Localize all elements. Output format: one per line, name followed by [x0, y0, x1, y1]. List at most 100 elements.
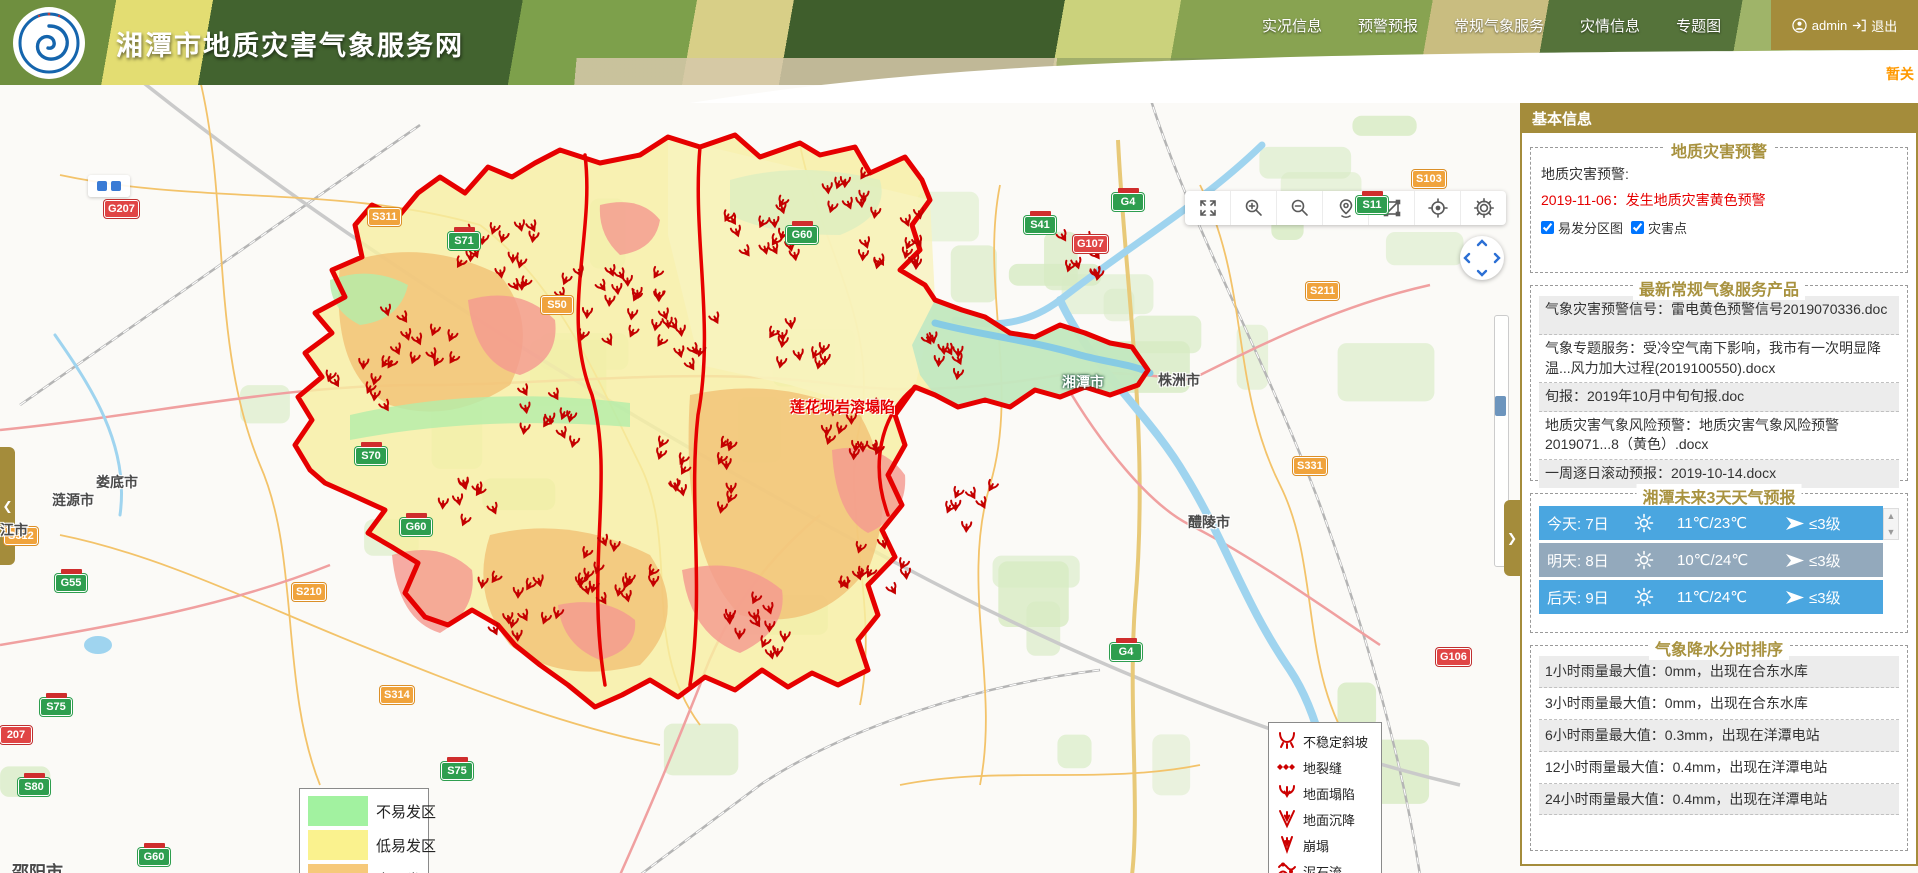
- zone-row: 中易发区: [308, 864, 420, 873]
- road-shield-S50: S50: [541, 296, 573, 314]
- weather-products-panel: 最新常规气象服务产品 气象灾害预警信号：雷电黄色预警信号2019070336.d…: [1530, 285, 1908, 481]
- road-shield-S41: S41: [1024, 216, 1056, 234]
- pan-control[interactable]: [1460, 236, 1504, 280]
- road-shield-G106: G106: [1436, 648, 1471, 666]
- city-label-湘潭市: 湘潭市: [1062, 372, 1104, 392]
- layer-switcher[interactable]: [88, 175, 130, 197]
- map-toolbar: [1185, 191, 1506, 225]
- road-shield-G107: G107: [1073, 235, 1108, 253]
- unstable-slope-icon: [1275, 729, 1299, 753]
- disaster-point-checkbox[interactable]: [1631, 221, 1644, 234]
- wind-arrow-icon: [1785, 553, 1805, 568]
- zone-label: 中易发区: [376, 869, 436, 873]
- road-shield-S80: S80: [18, 778, 50, 796]
- scroll-down-icon[interactable]: ▼: [1887, 527, 1896, 537]
- road-shield-G60: G60: [138, 848, 170, 866]
- karst-collapse-annotation: 莲花坝岩溶塌陷: [790, 396, 895, 417]
- user-icon: [1792, 18, 1807, 33]
- page-title: 湘潭市地质灾害气象服务网: [116, 24, 464, 63]
- road-shield-207: 207: [0, 726, 32, 744]
- panel-title: 地质灾害预警: [1665, 138, 1773, 162]
- nav-item-thematic-map[interactable]: 专题图: [1676, 15, 1721, 36]
- road-shield-G4: G4: [1112, 193, 1144, 211]
- nav-item-disaster-info[interactable]: 灾情信息: [1580, 15, 1640, 36]
- slider-handle[interactable]: [1495, 396, 1506, 416]
- zone-swatch: [308, 864, 368, 873]
- disaster-symbol-legend: 不稳定斜坡 地裂缝 地面塌陷 地面沉降 崩塌 泥石流 滑坡 其他: [1268, 722, 1382, 873]
- road-shield-S103: S103: [1412, 170, 1446, 188]
- forecast-row-day-after: 后天: 9日 11℃/24℃ ≤3级: [1539, 580, 1883, 614]
- zone-swatch: [308, 830, 368, 860]
- settings-gear-button[interactable]: [1461, 191, 1506, 225]
- legend-row: 地面沉降: [1275, 806, 1375, 832]
- road-shield-S314: S314: [380, 686, 414, 704]
- road-shield-S311: S311: [368, 208, 401, 226]
- city-label-株洲市: 株洲市: [1158, 370, 1200, 390]
- disaster-point-label[interactable]: 灾害点: [1648, 218, 1687, 237]
- road-shield-S210: S210: [292, 583, 326, 601]
- product-item[interactable]: 气象专题服务：受冷空气南下影响，我市有一次明显降温...风力加大过程(20191…: [1539, 335, 1899, 383]
- road-shield-S331: S331: [1293, 457, 1327, 475]
- user-admin-block: admin 退出: [1771, 0, 1918, 50]
- product-item[interactable]: 旬报：2019年10月中旬旬报.doc: [1539, 383, 1899, 412]
- nav-item-regular-service[interactable]: 常规气象服务: [1454, 15, 1544, 36]
- road-shield-S211: S211: [1306, 282, 1339, 300]
- nav-item-live-info[interactable]: 实况信息: [1262, 15, 1322, 36]
- target-button[interactable]: [1415, 191, 1461, 225]
- rain-item: 1小时雨量最大值：0mm，出现在合东水库: [1539, 656, 1899, 688]
- panel-title: 湘潭未来3天天气预报: [1637, 484, 1802, 508]
- logout-icon: [1852, 19, 1866, 32]
- logout-button[interactable]: 退出: [1871, 16, 1897, 35]
- sun-icon: [1633, 512, 1663, 534]
- zone-label: 不易发区: [376, 801, 436, 822]
- forecast-panel: 湘潭未来3天天气预报 今天: 7日 11℃/23℃ ≤3级 明天: 8日 10℃…: [1530, 493, 1908, 633]
- road-shield-S75: S75: [40, 698, 72, 716]
- sidebar-collapse-tab[interactable]: ❯: [1504, 500, 1520, 576]
- wind-arrow-icon: [1785, 590, 1805, 605]
- zoom-out-button[interactable]: [1277, 191, 1323, 225]
- road-shield-S75: S75: [441, 762, 473, 780]
- ground-collapse-icon: [1275, 781, 1299, 805]
- city-label-邵阳市: 邵阳市: [12, 858, 63, 873]
- debris-flow-icon: [1275, 859, 1299, 873]
- zone-layer-checkbox[interactable]: [1541, 221, 1554, 234]
- announcement-ticker: 暂关: [1886, 64, 1914, 84]
- legend-row: 泥石流: [1275, 858, 1375, 873]
- zone-row: 不易发区: [308, 796, 420, 826]
- geohazard-weather-portal: ❮ ❯ 10 km 不易发区 低易发区 中易发区 高易发区 不稳定斜坡 地裂缝 …: [0, 0, 1918, 873]
- ground-subsidence-icon: [1275, 807, 1299, 831]
- road-shield-S70: S70: [355, 447, 387, 465]
- rain-item: 24小时雨量最大值：0.4mm，出现在洋潭电站: [1539, 784, 1899, 816]
- forecast-scrollbar[interactable]: ▲ ▼: [1883, 508, 1899, 540]
- forecast-row-today: 今天: 7日 11℃/23℃ ≤3级: [1539, 506, 1883, 540]
- zoom-in-button[interactable]: [1231, 191, 1277, 225]
- rockfall-icon: [1275, 833, 1299, 857]
- zone-row: 低易发区: [308, 830, 420, 860]
- product-item[interactable]: 地质灾害气象风险预警：地质灾害气象风险预警2019071...8（黄色）.doc…: [1539, 412, 1899, 460]
- product-item[interactable]: 气象灾害预警信号：雷电黄色预警信号2019070336.doc: [1539, 296, 1899, 335]
- road-shield-S11: S11: [1356, 196, 1388, 214]
- legend-row: 不稳定斜坡: [1275, 728, 1375, 754]
- forecast-row-tomorrow: 明天: 8日 10℃/24℃ ≤3级: [1539, 543, 1883, 577]
- top-nav: 实况信息 预警预报 常规气象服务 灾情信息 专题图: [1262, 0, 1721, 50]
- layer-icon: [97, 181, 107, 191]
- info-sidebar: 基本信息 地质灾害预警 地质灾害预警: 2019-11-06：发生地质灾害黄色预…: [1520, 103, 1918, 866]
- fullscreen-button[interactable]: [1185, 191, 1231, 225]
- zone-label: 低易发区: [376, 835, 436, 856]
- road-shield-G55: G55: [55, 574, 87, 592]
- rain-item: 12小时雨量最大值：0.4mm，出现在洋潭电站: [1539, 752, 1899, 784]
- panel-title: 最新常规气象服务产品: [1633, 276, 1805, 300]
- left-panel-collapse-tab[interactable]: ❮: [0, 447, 15, 565]
- road-shield-S71: S71: [448, 232, 480, 250]
- ground-fissure-icon: [1275, 755, 1299, 779]
- site-logo: [12, 6, 86, 80]
- rainfall-ranking-panel: 气象降水分时排序 1小时雨量最大值：0mm，出现在合东水库 3小时雨量最大值：0…: [1530, 645, 1908, 851]
- nav-item-warning[interactable]: 预警预报: [1358, 15, 1418, 36]
- chevron-left-icon: ❮: [2, 499, 12, 513]
- scroll-up-icon[interactable]: ▲: [1887, 511, 1896, 521]
- zone-layer-label[interactable]: 易发分区图: [1558, 218, 1623, 237]
- panel-title: 气象降水分时排序: [1649, 636, 1789, 660]
- zone-swatch: [308, 796, 368, 826]
- username[interactable]: admin: [1812, 18, 1847, 33]
- city-label-江市: 江市: [0, 520, 28, 540]
